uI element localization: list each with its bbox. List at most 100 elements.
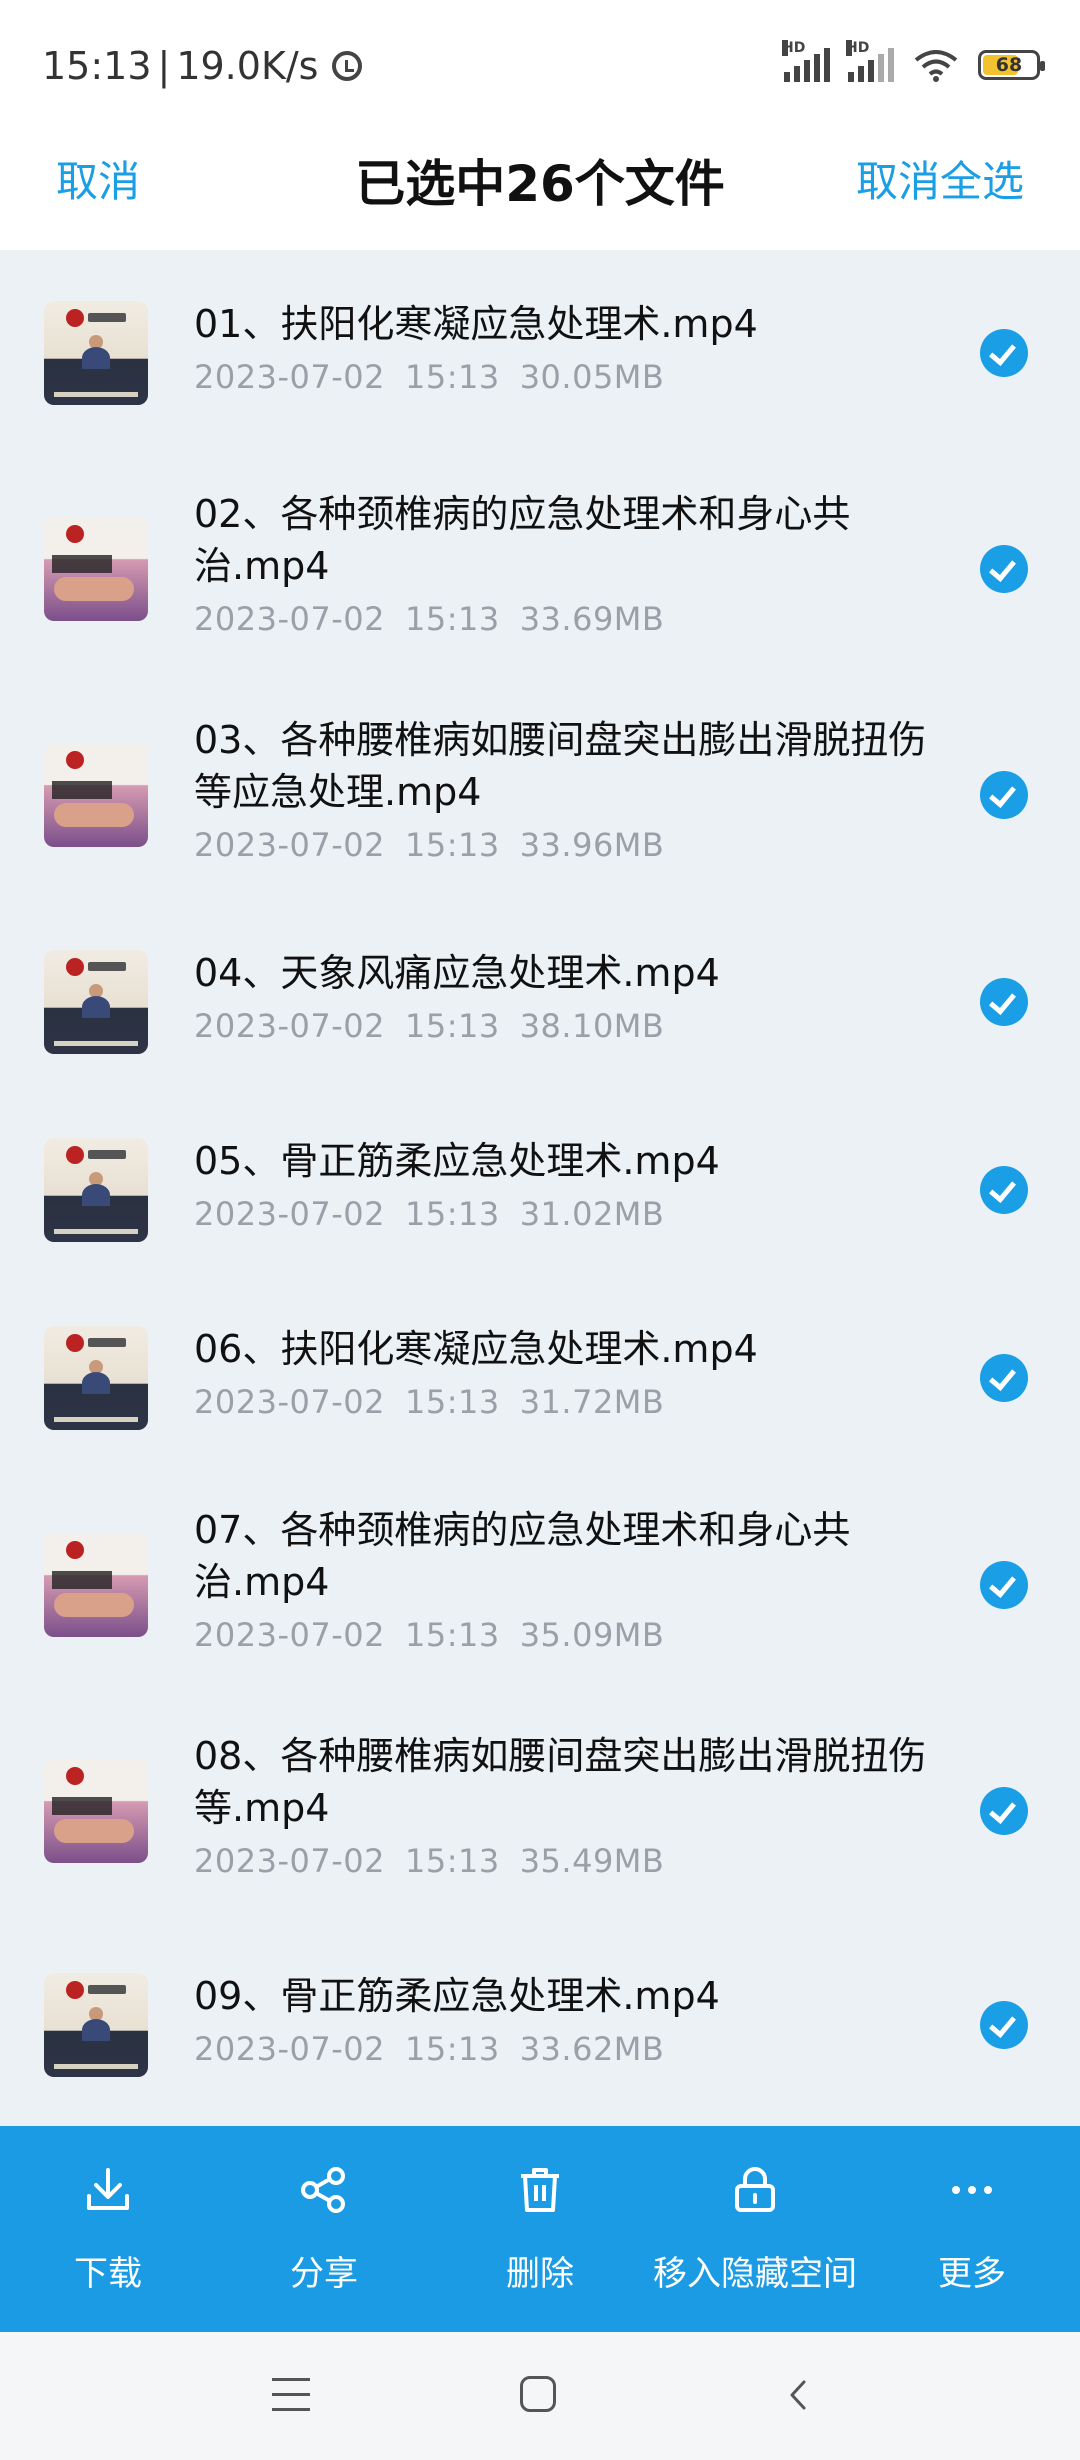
video-thumbnail — [44, 1138, 148, 1242]
file-size: 38.10MB — [519, 1007, 665, 1045]
video-thumbnail — [44, 950, 148, 1054]
file-name: 06、扶阳化寒凝应急处理术.mp4 — [194, 1327, 758, 1371]
file-date: 2023-07-02 — [194, 2030, 385, 2068]
wifi-icon — [914, 50, 958, 82]
file-size: 35.49MB — [519, 1842, 665, 1880]
status-separator: | — [157, 44, 171, 88]
file-date: 2023-07-02 — [194, 1616, 385, 1654]
video-thumbnail — [44, 743, 148, 847]
file-size: 33.96MB — [519, 826, 665, 864]
file-date: 2023-07-02 — [194, 1842, 385, 1880]
file-time: 15:13 — [404, 2030, 500, 2068]
selected-checkbox[interactable] — [980, 1787, 1028, 1835]
file-name: 03、各种腰椎病如腰间盘突出膨出滑脱扭伤等应急处理.mp4 — [194, 718, 927, 814]
file-row[interactable]: 04、天象风痛应急处理术.mp4 2023-07-02 15:13 38.10MB — [0, 908, 1080, 1096]
file-time: 15:13 — [404, 1383, 500, 1421]
file-size: 33.62MB — [519, 2030, 665, 2068]
file-row[interactable]: 08、各种腰椎病如腰间盘突出膨出滑脱扭伤等.mp4 2023-07-02 15:13… — [0, 1698, 1080, 1924]
file-row[interactable]: 05、骨正筋柔应急处理术.mp4 2023-07-02 15:13 31.02MB — [0, 1096, 1080, 1284]
file-meta: 2023-07-02 15:13 38.10MB — [194, 1007, 664, 1045]
video-thumbnail — [44, 301, 148, 405]
selected-checkbox[interactable] — [980, 1561, 1028, 1609]
system-nav-bar — [0, 2332, 1080, 2460]
delete-label: 删除 — [506, 2254, 574, 2294]
file-row[interactable]: 01、扶阳化寒凝应急处理术.mp4 2023-07-02 15:13 30.05MB — [0, 250, 1080, 456]
selected-checkbox[interactable] — [980, 329, 1028, 377]
alarm-icon — [332, 51, 363, 81]
file-date: 2023-07-02 — [194, 358, 385, 396]
file-date: 2023-07-02 — [194, 1007, 385, 1045]
delete-button[interactable]: 删除 — [460, 2126, 620, 2332]
file-time: 15:13 — [404, 358, 500, 396]
download-button[interactable]: 下载 — [28, 2126, 188, 2332]
file-time: 15:13 — [404, 1007, 500, 1045]
battery-icon: 68 — [978, 50, 1045, 80]
share-icon — [301, 2167, 345, 2213]
file-meta: 2023-07-02 15:13 33.62MB — [194, 2030, 664, 2068]
file-meta: 2023-07-02 15:13 30.05MB — [194, 358, 664, 396]
file-meta: 2023-07-02 15:13 35.49MB — [194, 1842, 664, 1880]
status-right: HD HD 68 — [782, 40, 1045, 82]
status-left: 15:13 | 19.0K/s — [42, 44, 363, 88]
back-icon[interactable] — [782, 2378, 816, 2412]
selection-title-bar: 取消 已选中26个文件 取消全选 — [0, 130, 1080, 250]
video-thumbnail — [44, 1326, 148, 1430]
move-to-hidden-label: 移入隐藏空间 — [653, 2254, 857, 2294]
file-name: 05、骨正筋柔应急处理术.mp4 — [194, 1139, 720, 1183]
file-name: 09、骨正筋柔应急处理术.mp4 — [194, 1974, 720, 2018]
status-speed: 19.0K/s — [176, 44, 319, 88]
file-size: 30.05MB — [519, 358, 665, 396]
download-label: 下载 — [74, 2254, 142, 2294]
file-row[interactable]: 03、各种腰椎病如腰间盘突出膨出滑脱扭伤等应急处理.mp4 2023-07-02 1… — [0, 682, 1080, 908]
trash-icon — [521, 2168, 559, 2212]
file-name: 02、各种颈椎病的应急处理术和身心共治.mp4 — [194, 492, 851, 588]
file-meta: 2023-07-02 15:13 31.02MB — [194, 1195, 664, 1233]
file-size: 31.72MB — [519, 1383, 665, 1421]
menu-icon[interactable] — [272, 2378, 310, 2412]
file-meta: 2023-07-02 15:13 31.72MB — [194, 1383, 664, 1421]
file-date: 2023-07-02 — [194, 826, 385, 864]
signal-icon-2: HD — [846, 40, 894, 82]
share-label: 分享 — [290, 2254, 358, 2294]
file-time: 15:13 — [404, 1195, 500, 1233]
file-date: 2023-07-02 — [194, 600, 385, 638]
video-thumbnail — [44, 517, 148, 621]
file-size: 31.02MB — [519, 1195, 665, 1233]
file-name: 04、天象风痛应急处理术.mp4 — [194, 951, 720, 995]
home-icon[interactable] — [520, 2376, 556, 2412]
move-to-hidden-button[interactable]: 移入隐藏空间 — [640, 2126, 870, 2332]
selected-checkbox[interactable] — [980, 2001, 1028, 2049]
file-date: 2023-07-02 — [194, 1195, 385, 1233]
hd-label: HD — [782, 40, 806, 56]
selected-checkbox[interactable] — [980, 545, 1028, 593]
file-row[interactable]: 06、扶阳化寒凝应急处理术.mp4 2023-07-02 15:13 31.72MB — [0, 1284, 1080, 1472]
file-date: 2023-07-02 — [194, 1383, 385, 1421]
selected-checkbox[interactable] — [980, 771, 1028, 819]
file-row[interactable]: 09、骨正筋柔应急处理术.mp4 2023-07-02 15:13 33.62MB — [0, 1924, 1080, 2126]
file-time: 15:13 — [404, 600, 500, 638]
file-meta: 2023-07-02 15:13 33.96MB — [194, 826, 664, 864]
selected-checkbox[interactable] — [980, 978, 1028, 1026]
video-thumbnail — [44, 1973, 148, 2077]
file-row[interactable]: 02、各种颈椎病的应急处理术和身心共治.mp4 2023-07-02 15:13 33… — [0, 456, 1080, 682]
file-time: 15:13 — [404, 1842, 500, 1880]
more-label: 更多 — [938, 2254, 1006, 2294]
signal-icon: HD — [782, 40, 830, 82]
file-time: 15:13 — [404, 1616, 500, 1654]
selected-checkbox[interactable] — [980, 1166, 1028, 1214]
file-meta: 2023-07-02 15:13 35.09MB — [194, 1616, 664, 1654]
deselect-all-button[interactable]: 取消全选 — [856, 148, 1024, 209]
file-time: 15:13 — [404, 826, 500, 864]
status-time: 15:13 — [42, 44, 152, 88]
lock-icon — [735, 2167, 775, 2212]
video-thumbnail — [44, 1533, 148, 1637]
file-size: 35.09MB — [519, 1616, 665, 1654]
share-button[interactable]: 分享 — [244, 2126, 404, 2332]
selected-checkbox[interactable] — [980, 1354, 1028, 1402]
file-meta: 2023-07-02 15:13 33.69MB — [194, 600, 664, 638]
action-bar: 下载 分享 删除 移入隐藏空间 更多 — [0, 2126, 1080, 2332]
more-button[interactable]: 更多 — [892, 2126, 1052, 2332]
battery-level: 68 — [995, 54, 1023, 76]
file-row[interactable]: 07、各种颈椎病的应急处理术和身心共治.mp4 2023-07-02 15:13 35… — [0, 1472, 1080, 1698]
more-icon — [952, 2186, 992, 2194]
